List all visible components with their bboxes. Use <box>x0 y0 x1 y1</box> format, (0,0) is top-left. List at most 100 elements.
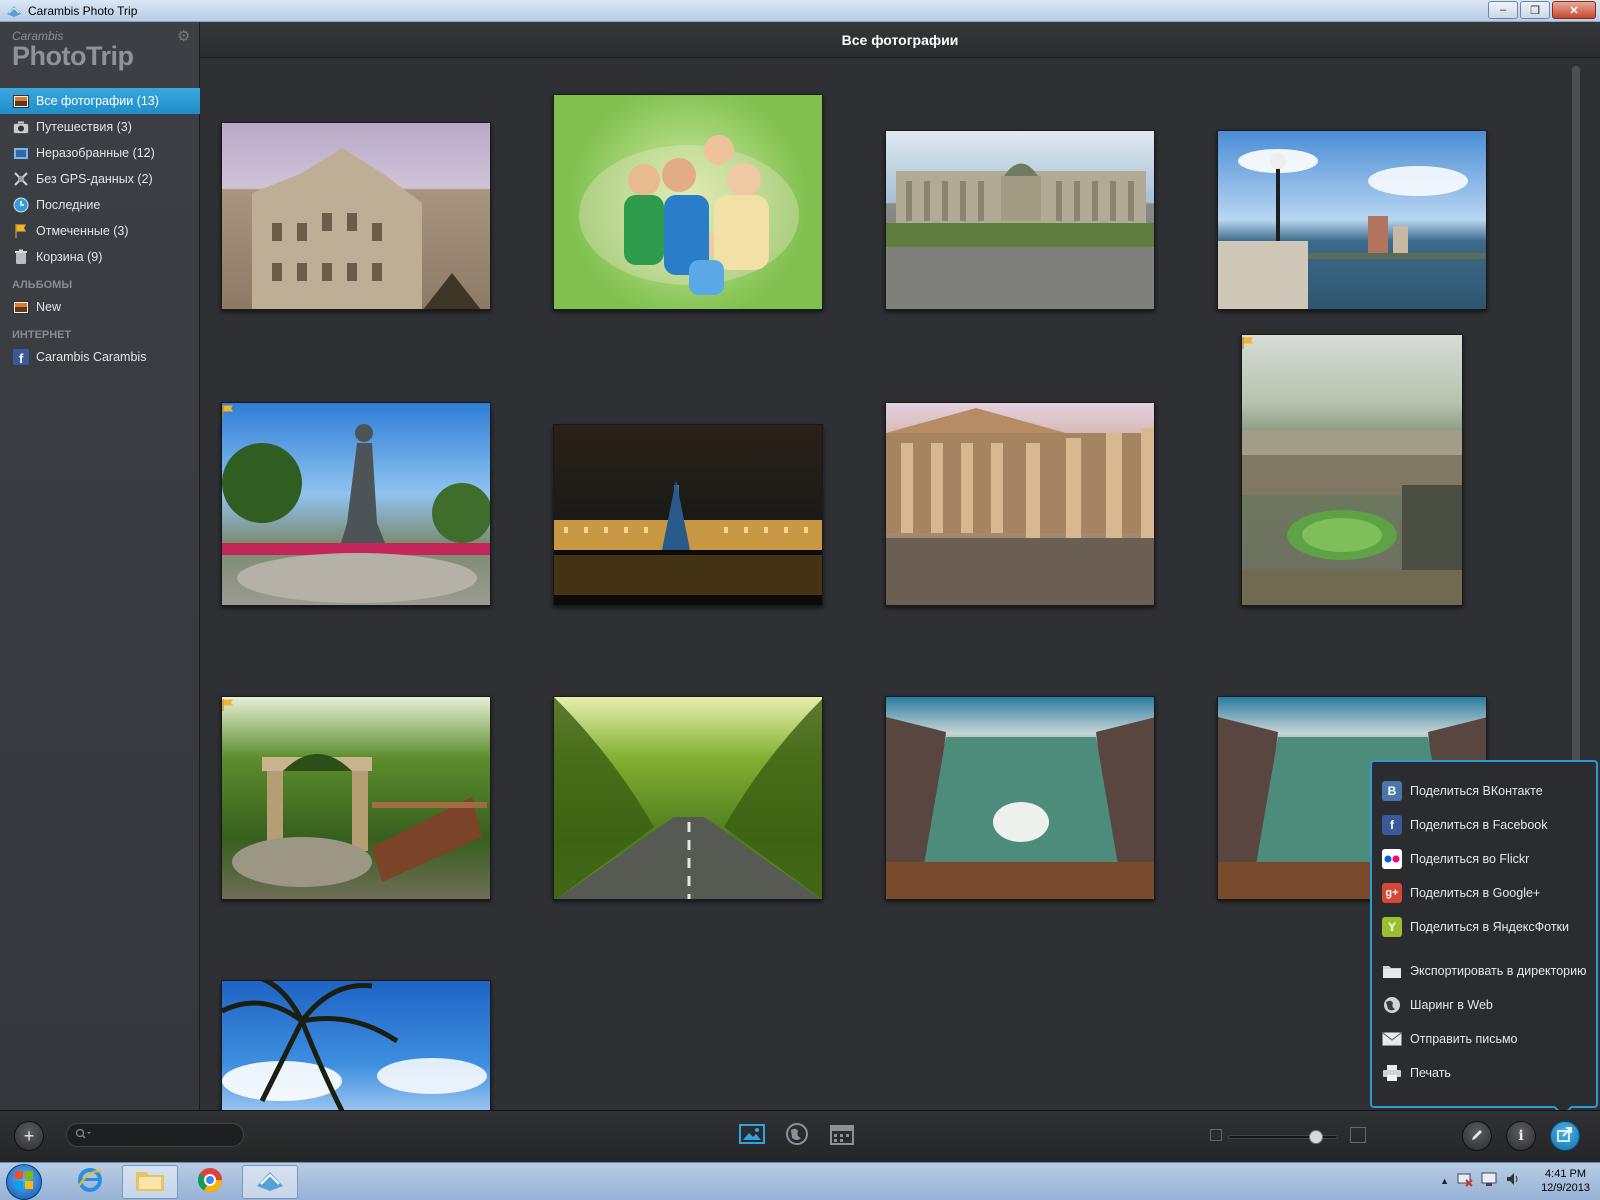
tray-expand-icon[interactable]: ▲ <box>1440 1176 1449 1186</box>
sidebar-item-label: Carambis Carambis <box>36 350 147 364</box>
taskbar-internet-explorer[interactable] <box>62 1165 118 1199</box>
flag-icon <box>12 223 30 239</box>
photo-thumbnail[interactable] <box>221 980 491 1110</box>
window-titlebar: Carambis Photo Trip – ❐ ✕ <box>0 0 1600 22</box>
vk-icon: B <box>1382 781 1402 801</box>
zoom-slider-knob[interactable] <box>1308 1130 1323 1144</box>
no-gps-icon <box>12 171 30 187</box>
zoom-in-icon[interactable] <box>1350 1127 1366 1143</box>
sidebar-item-label: Неразобранные (12) <box>36 146 155 160</box>
map-view-button[interactable] <box>783 1122 811 1151</box>
photo-thumbnail[interactable] <box>553 424 823 606</box>
network-icon[interactable] <box>1457 1171 1473 1192</box>
plus-icon: + <box>23 1125 35 1146</box>
os-taskbar: ▲ 4:41 PM 12/9/2013 <box>0 1162 1600 1200</box>
sidebar-item-label: Все фотографии (13) <box>36 94 159 108</box>
unsorted-icon <box>12 145 30 161</box>
flag-icon <box>222 404 234 417</box>
photo-thumbnail[interactable] <box>1241 334 1463 606</box>
sidebar-item-recent[interactable]: Последние <box>0 192 200 218</box>
search-input[interactable] <box>66 1123 244 1147</box>
zoom-out-icon[interactable] <box>1210 1129 1222 1141</box>
share-menu-label: Шаринг в Web <box>1410 998 1493 1012</box>
sidebar-item-facebook-account[interactable]: f Carambis Carambis <box>0 344 200 370</box>
volume-icon[interactable] <box>1505 1171 1521 1192</box>
sidebar-item-unsorted[interactable]: Неразобранные (12) <box>0 140 200 166</box>
yandex-fotki-icon: Y <box>1382 917 1402 937</box>
minimize-button[interactable]: – <box>1488 1 1518 19</box>
photo-thumbnail[interactable] <box>1217 130 1487 310</box>
taskbar-chrome[interactable] <box>182 1165 238 1199</box>
settings-gear-icon[interactable]: ⚙ <box>177 29 191 44</box>
export-folder-item[interactable]: Экспортировать в директорию <box>1382 958 1587 984</box>
share-menu-label: Экспортировать в директорию <box>1410 964 1587 978</box>
printer-icon <box>1382 1063 1402 1083</box>
camera-icon <box>12 119 30 135</box>
share-web-item[interactable]: Шаринг в Web <box>1382 992 1493 1018</box>
share-menu-label: Поделиться ВКонтакте <box>1410 784 1543 798</box>
photo-thumbnail[interactable] <box>221 696 491 900</box>
share-facebook-item[interactable]: f Поделиться в Facebook <box>1382 812 1548 838</box>
sidebar-item-label: Без GPS-данных (2) <box>36 172 153 186</box>
sidebar-item-travel[interactable]: Путешествия (3) <box>0 114 200 140</box>
app-icon <box>6 3 22 19</box>
sidebar-item-label: Путешествия (3) <box>36 120 132 134</box>
send-email-item[interactable]: Отправить письмо <box>1382 1026 1518 1052</box>
share-arrow-icon <box>1557 1126 1573 1147</box>
add-button[interactable]: + <box>14 1121 44 1151</box>
sidebar-item-no-gps[interactable]: Без GPS-данных (2) <box>0 166 200 192</box>
clock-time: 4:41 PM <box>1545 1168 1587 1180</box>
share-yandex-fotki-item[interactable]: Y Поделиться в ЯндексФотки <box>1382 914 1569 940</box>
photo-thumbnail[interactable] <box>885 696 1155 900</box>
flag-icon <box>222 698 234 711</box>
search-icon <box>75 1128 91 1143</box>
album-icon <box>12 299 30 315</box>
svg-text:f: f <box>19 351 24 365</box>
info-icon: i <box>1518 1128 1524 1144</box>
print-item[interactable]: Печать <box>1382 1060 1451 1086</box>
sidebar-item-all-photos[interactable]: Все фотографии (13) <box>0 88 200 114</box>
calendar-icon <box>830 1123 854 1150</box>
photo-thumbnail[interactable] <box>221 122 491 310</box>
info-button[interactable]: i <box>1506 1121 1536 1151</box>
share-flickr-item[interactable]: Поделиться во Flickr <box>1382 846 1529 872</box>
flag-icon <box>1242 336 1254 349</box>
internet-section-header: ИНТЕРНЕТ <box>12 329 72 341</box>
photo-thumbnail[interactable] <box>885 130 1155 310</box>
share-menu-label: Поделиться в Facebook <box>1410 818 1548 832</box>
window-title: Carambis Photo Trip <box>28 3 138 18</box>
taskbar-phototrip[interactable] <box>242 1165 298 1199</box>
sidebar-item-label: Корзина (9) <box>36 250 103 264</box>
google-plus-icon: g+ <box>1382 883 1402 903</box>
sidebar-item-album-new[interactable]: New <box>0 294 200 320</box>
system-clock[interactable]: 4:41 PM 12/9/2013 <box>1541 1167 1590 1195</box>
share-menu-label: Отправить письмо <box>1410 1032 1518 1046</box>
sidebar-item-trash[interactable]: Корзина (9) <box>0 244 200 270</box>
photo-thumbnail[interactable] <box>221 402 491 606</box>
trash-icon <box>12 249 30 265</box>
pencil-icon <box>1470 1126 1484 1147</box>
close-button[interactable]: ✕ <box>1552 1 1596 19</box>
sidebar-item-flagged[interactable]: Отмеченные (3) <box>0 218 200 244</box>
share-google-plus-item[interactable]: g+ Поделиться в Google+ <box>1382 880 1540 906</box>
share-vk-item[interactable]: B Поделиться ВКонтакте <box>1382 778 1543 804</box>
logo-product: PhotoTrip <box>12 41 134 71</box>
photo-thumbnail[interactable] <box>885 402 1155 606</box>
calendar-view-button[interactable] <box>828 1123 856 1149</box>
photos-view-button[interactable] <box>738 1123 766 1149</box>
zoom-slider[interactable] <box>1228 1130 1338 1144</box>
edit-button[interactable] <box>1462 1121 1492 1151</box>
photo-thumbnail[interactable] <box>553 696 823 900</box>
start-button[interactable] <box>6 1164 42 1200</box>
globe-icon <box>785 1122 809 1151</box>
sidebar-item-label: Отмеченные (3) <box>36 224 129 238</box>
maximize-button[interactable]: ❐ <box>1520 1 1550 19</box>
sidebar-item-label: New <box>36 300 62 314</box>
internet-explorer-icon <box>76 1166 104 1199</box>
action-center-icon[interactable] <box>1481 1171 1497 1192</box>
taskbar-explorer[interactable] <box>122 1165 178 1199</box>
recent-icon <box>12 197 30 213</box>
share-button[interactable] <box>1550 1121 1580 1151</box>
facebook-icon: f <box>1382 815 1402 835</box>
photo-thumbnail[interactable] <box>553 94 823 310</box>
